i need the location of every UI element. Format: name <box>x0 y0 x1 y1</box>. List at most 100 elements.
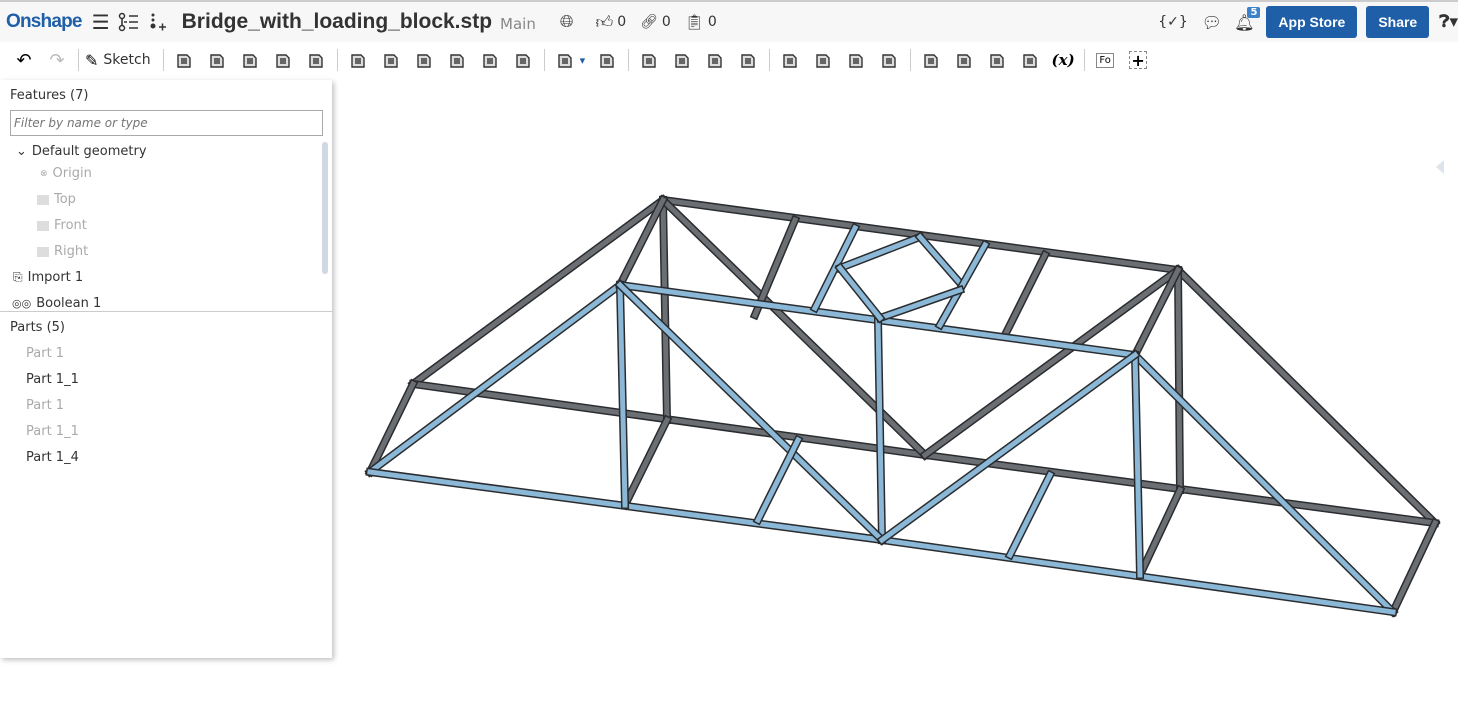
pattern-dropdown-icon[interactable]: ▾ <box>580 54 586 67</box>
feature-item-top[interactable]: Top <box>37 192 76 207</box>
part-item[interactable]: Part 1 <box>26 398 64 413</box>
link-count: 0 <box>661 14 671 30</box>
back-truss-member[interactable] <box>658 195 672 425</box>
feature-list-panel: Features (7) ⌄ Default geometry ⊗ Origin T… <box>0 80 332 658</box>
chamfer-icon[interactable] <box>377 46 405 74</box>
mirror-icon[interactable] <box>593 46 621 74</box>
feature-item-origin[interactable]: ⊗ Origin <box>40 166 92 181</box>
thicken-icon[interactable] <box>302 46 330 74</box>
undo-icon[interactable]: ↶ <box>10 46 38 74</box>
fillet-icon[interactable] <box>344 46 372 74</box>
revolve-icon[interactable] <box>203 46 231 74</box>
part-item[interactable]: Part 1 <box>26 346 64 361</box>
feature-item-right[interactable]: Right <box>37 244 88 259</box>
front-truss-member[interactable] <box>873 315 887 545</box>
shell-icon[interactable] <box>476 46 504 74</box>
link-icon[interactable]: 🔗︎ <box>640 14 658 30</box>
add-custom-icon[interactable]: + <box>1124 46 1152 74</box>
notification-badge: 5 <box>1247 6 1261 18</box>
redo-icon[interactable]: ↷ <box>43 46 71 74</box>
help-icon[interactable]: ❓︎▾ <box>1439 12 1458 32</box>
collapse-arrow-icon[interactable] <box>1436 160 1444 174</box>
feature-item-boolean[interactable]: ◎◎ Boolean 1 <box>12 296 101 311</box>
front-truss-member[interactable] <box>615 280 630 510</box>
insert-icon[interactable] <box>148 12 168 32</box>
modify-fillet-icon[interactable] <box>776 46 804 74</box>
divider <box>1084 49 1086 71</box>
hole-icon[interactable] <box>509 46 537 74</box>
replace-face-icon[interactable] <box>875 46 903 74</box>
onshape-logo[interactable]: Onshape <box>6 11 83 33</box>
transform-icon[interactable] <box>701 46 729 74</box>
import-icon: ⎘ <box>13 270 23 284</box>
feature-item-front[interactable]: Front <box>37 218 87 233</box>
sketch-button[interactable]: ✎ Sketch <box>85 51 151 70</box>
back-truss-member[interactable] <box>999 249 1051 341</box>
feature-list-scrollbar[interactable] <box>322 142 328 274</box>
rib-icon[interactable] <box>443 46 471 74</box>
variable-check-icon[interactable]: {✓} <box>1158 14 1188 30</box>
feature-label: Origin <box>52 166 92 181</box>
part-item[interactable]: Part 1_1 <box>26 424 79 439</box>
plane-icon[interactable] <box>917 46 945 74</box>
draft-icon[interactable] <box>410 46 438 74</box>
pencil-icon: ✎ <box>85 50 99 70</box>
extrude-icon[interactable] <box>170 46 198 74</box>
front-truss-member[interactable] <box>752 434 804 526</box>
document-title[interactable]: Bridge_with_loading_block.stp <box>182 10 492 34</box>
feature-item-import[interactable]: ⎘ Import 1 <box>13 270 83 285</box>
share-button[interactable]: Share <box>1366 6 1430 38</box>
front-truss-member[interactable] <box>1129 349 1399 618</box>
back-truss-member[interactable] <box>1172 264 1441 529</box>
front-truss-member[interactable] <box>1004 469 1056 561</box>
split-icon[interactable] <box>668 46 696 74</box>
divider <box>910 49 912 71</box>
pattern-icon[interactable] <box>551 46 579 74</box>
part-label: Part 1_1 <box>26 372 79 387</box>
front-truss-member[interactable] <box>934 239 991 331</box>
graphics-viewport[interactable] <box>332 80 1458 712</box>
variable-icon[interactable]: (x) <box>1049 46 1077 74</box>
back-truss-member[interactable] <box>657 194 931 461</box>
part-label: Part 1 <box>26 346 65 361</box>
comment-icon[interactable]: 💬︎ <box>1202 13 1222 32</box>
front-truss-member[interactable] <box>1130 350 1145 580</box>
chevron-down-icon[interactable]: ⌄ <box>16 144 27 159</box>
notification-bell-icon[interactable]: 🔔︎ 5 <box>1234 6 1261 32</box>
front-truss-member[interactable] <box>834 262 886 324</box>
delete-part-icon[interactable] <box>734 46 762 74</box>
sweep-icon[interactable] <box>236 46 264 74</box>
part-item[interactable]: Part 1_1 <box>26 372 79 387</box>
copy-icon[interactable]: 📋︎ <box>685 13 704 31</box>
back-truss-member[interactable] <box>619 414 673 511</box>
delete-face-icon[interactable] <box>809 46 837 74</box>
globe-icon[interactable]: 🌐︎ <box>560 12 574 32</box>
like-icon[interactable]: 👍︎ <box>595 12 613 33</box>
front-truss-member[interactable] <box>364 279 626 478</box>
back-truss-member[interactable] <box>1173 265 1185 495</box>
feature-script-icon[interactable]: Fo <box>1091 46 1119 74</box>
filter-input[interactable] <box>10 110 323 136</box>
front-truss-member[interactable] <box>614 279 888 546</box>
app-store-button[interactable]: App Store <box>1266 6 1358 38</box>
feature-label: Front <box>54 218 87 233</box>
branch-label[interactable]: Main <box>500 15 536 33</box>
panel-divider[interactable] <box>0 311 332 312</box>
mate-connector-icon[interactable] <box>983 46 1011 74</box>
back-truss-member[interactable] <box>1387 517 1441 618</box>
part-item[interactable]: Part 1_4 <box>26 450 79 465</box>
helix-icon[interactable] <box>950 46 978 74</box>
menu-icon[interactable]: ☰ <box>92 10 110 34</box>
plane-icon <box>37 220 49 231</box>
default-geometry-item[interactable]: ⌄ Default geometry <box>16 144 147 159</box>
derive-icon[interactable] <box>1016 46 1044 74</box>
feature-label: Right <box>54 244 89 259</box>
boolean-icon[interactable] <box>635 46 663 74</box>
front-truss-member[interactable] <box>914 231 966 289</box>
loft-icon[interactable] <box>269 46 297 74</box>
back-truss-member[interactable] <box>1134 484 1186 581</box>
feature-label: Top <box>54 192 76 207</box>
move-face-icon[interactable] <box>842 46 870 74</box>
part-label: Part 1 <box>26 398 65 413</box>
version-graph-icon[interactable] <box>118 12 140 32</box>
